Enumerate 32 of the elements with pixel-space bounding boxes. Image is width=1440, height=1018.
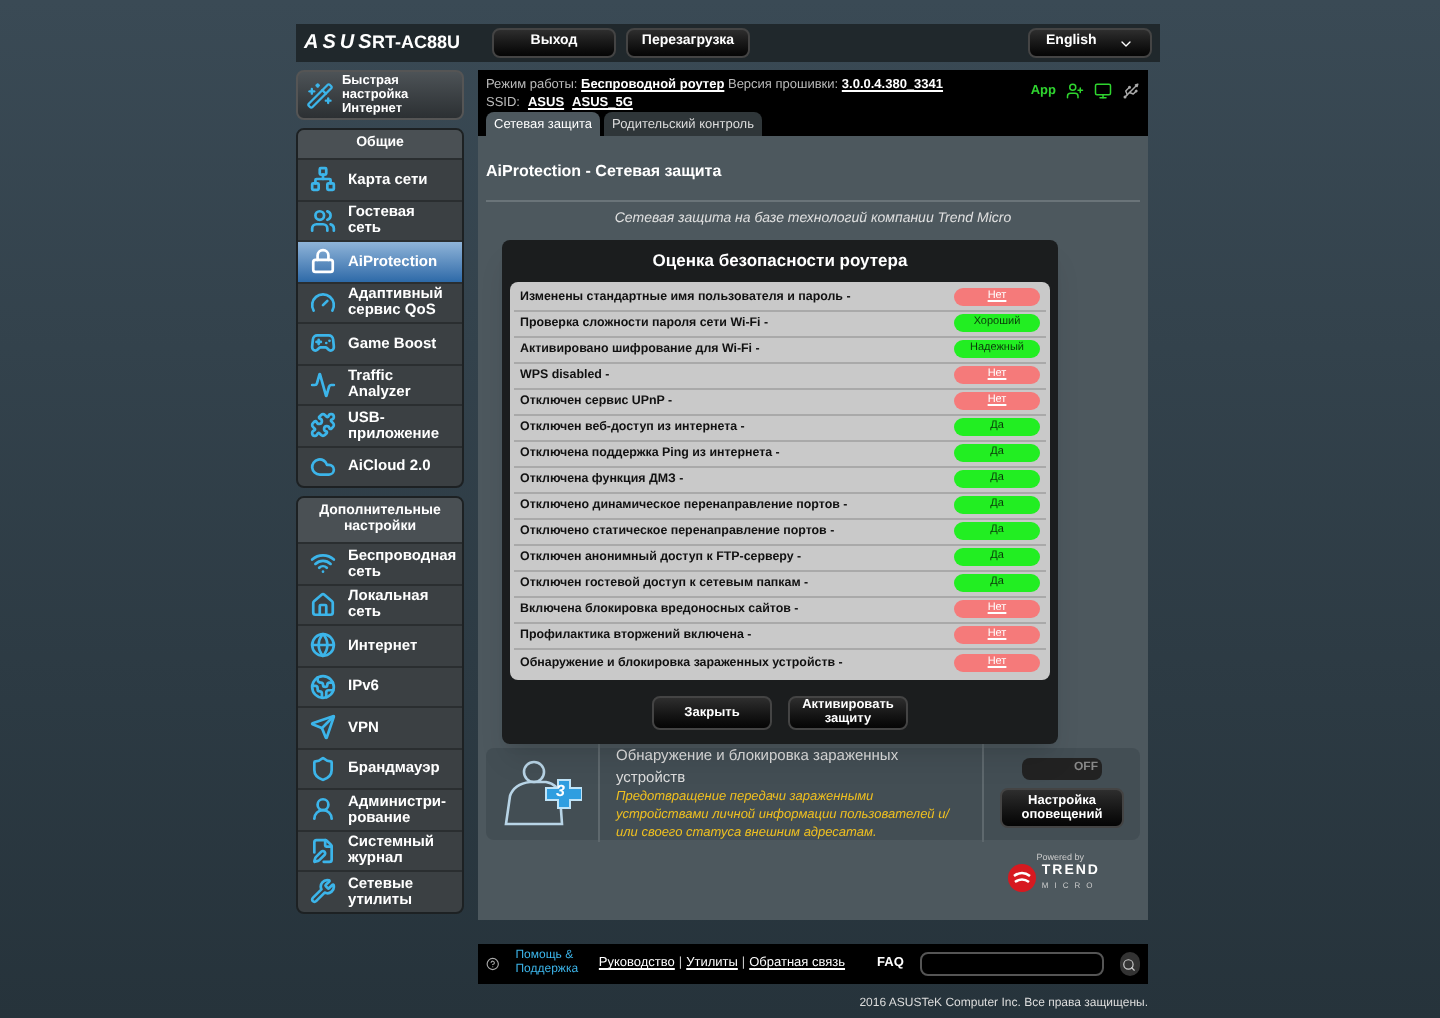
model-name: RT-AC88U [372,29,463,56]
sidebar-icon [310,248,336,275]
sidebar-icon [310,371,336,398]
sidebar-icon [310,755,336,782]
trend-logo-icon [1007,864,1036,893]
search-icon [1122,957,1137,971]
help-icon [486,956,500,972]
sidebar-icon [310,632,336,659]
sidebar-icon [310,591,336,618]
badge-number: 3 [556,783,565,799]
sidebar-icon [310,453,336,480]
sidebar-icon [310,714,336,741]
dialog-title: Оценка безопасности роутера [650,248,910,274]
sidebar-icon [310,289,336,316]
sidebar-icon [310,673,336,700]
sidebar-icon [310,837,336,864]
page-title: AiProtection - Сетевая защита [486,160,724,184]
sidebar-icon [310,330,336,357]
sidebar-icon [310,796,336,823]
sidebar-icon [310,878,336,905]
wand-icon [306,81,334,109]
client-icon[interactable] [1066,82,1084,101]
sidebar-icon [310,550,336,577]
sidebar-icon [310,412,336,439]
sidebar-icon [310,166,336,193]
sidebar-icon [310,207,336,234]
monitor-icon[interactable] [1094,82,1112,101]
protection-drawing [502,759,582,827]
faq-search-field[interactable] [919,952,1104,976]
usb-icon[interactable] [1122,82,1140,101]
search-button[interactable] [1119,952,1140,976]
brand-logo: ASUS [304,30,372,58]
